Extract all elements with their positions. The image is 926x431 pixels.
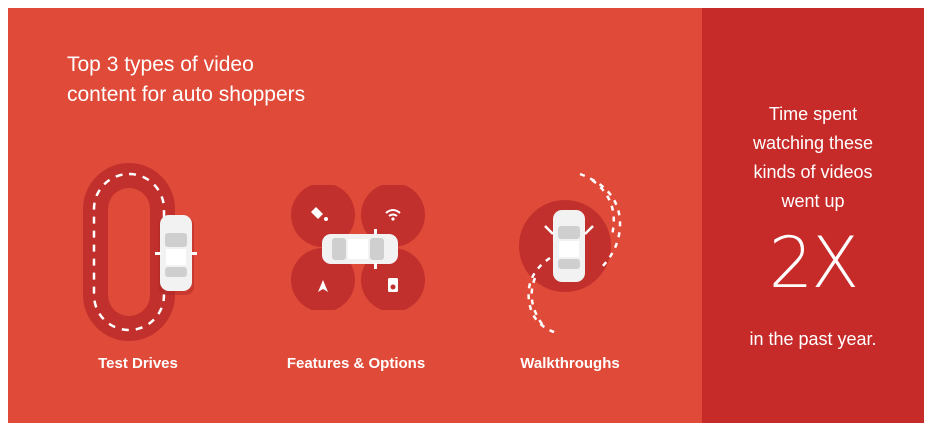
category-label-walkthroughs: Walkthroughs: [520, 355, 620, 372]
oval-track-car-icon: [83, 163, 197, 341]
car-walkthrough-icon: [519, 172, 622, 335]
category-label-features-options: Features & Options: [286, 355, 426, 372]
stat-line-1: Time spent: [768, 104, 858, 124]
stat-line-4: went up: [781, 191, 845, 211]
category-label-test-drives: Test Drives: [98, 355, 178, 372]
car-features-icon: [291, 185, 425, 310]
stat-value: 2X: [768, 222, 860, 304]
stat-line-3: kinds of videos: [753, 162, 873, 182]
title-line-1: Top 3 types of video: [67, 53, 254, 76]
title-line-2: content for auto shoppers: [67, 83, 306, 106]
stat-line-2: watching these: [752, 133, 874, 153]
page-title: Top 3 types of video content for auto sh…: [67, 50, 427, 110]
stat-outro: in the past year.: [749, 329, 877, 349]
stat-panel: Time spent watching these kinds of video…: [702, 8, 924, 423]
stat-intro: Time spent watching these kinds of video…: [702, 100, 924, 216]
